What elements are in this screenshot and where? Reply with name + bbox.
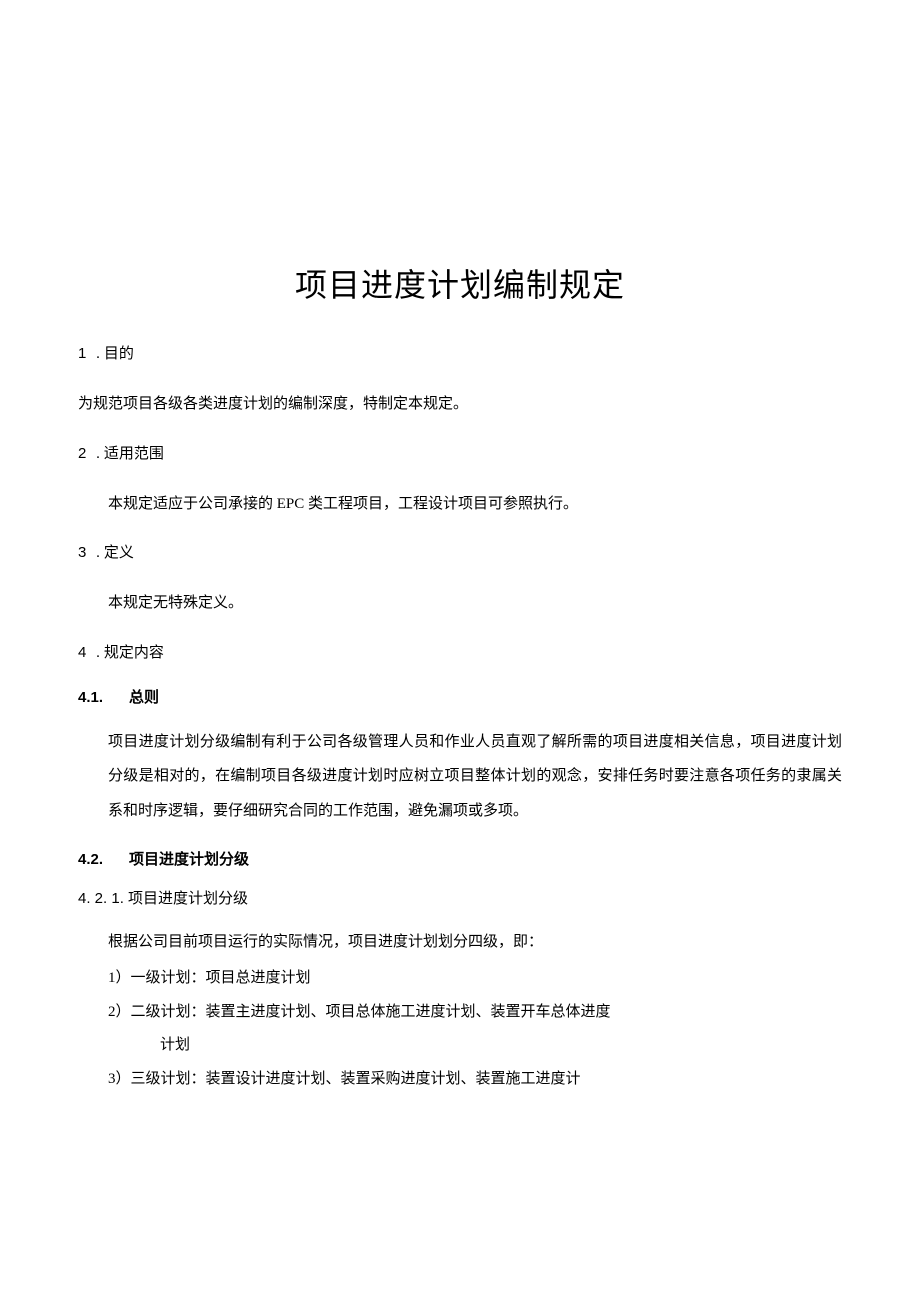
section-2-dot: .	[96, 446, 100, 462]
section-2-label: 适用范围	[104, 446, 164, 462]
section-4-1-label: 总则	[129, 690, 159, 706]
section-4-heading: 4 .规定内容	[78, 641, 842, 662]
document-title: 项目进度计划编制规定	[78, 260, 842, 306]
paragraph-4-1: 项目进度计划分级编制有利于公司各级管理人员和作业人员直观了解所需的项目进度相关信…	[78, 725, 842, 829]
section-3-num: 3	[78, 544, 86, 561]
section-1-label: 目的	[104, 346, 134, 362]
section-4-2-label: 项目进度计划分级	[129, 852, 249, 868]
section-4-1-heading: 4.1. 总则	[78, 686, 842, 707]
section-1-heading: 1 .目的	[78, 342, 842, 363]
list-item-2-line1: 2）二级计划：装置主进度计划、项目总体施工进度计划、装置开车总体进度	[108, 1004, 611, 1020]
paragraph-1: 为规范项目各级各类进度计划的编制深度，特制定本规定。	[78, 387, 842, 422]
section-4-2-num: 4.2.	[78, 851, 103, 868]
section-2-heading: 2 .适用范围	[78, 442, 842, 463]
paragraph-3: 本规定无特殊定义。	[78, 586, 842, 621]
section-4-2-heading: 4.2. 项目进度计划分级	[78, 848, 842, 869]
paragraph-4-2-1: 根据公司目前项目运行的实际情况，项目进度计划划分四级，即：	[78, 926, 842, 960]
section-4-label: 规定内容	[104, 645, 164, 661]
list-item-2-line2: 计划	[108, 1029, 842, 1063]
section-2-num: 2	[78, 445, 86, 462]
list-item-3: 3）三级计划：装置设计进度计划、装置采购进度计划、装置施工进度计	[78, 1063, 842, 1097]
document-page: 项目进度计划编制规定 1 .目的 为规范项目各级各类进度计划的编制深度，特制定本…	[0, 0, 920, 1097]
paragraph-2: 本规定适应于公司承接的 EPC 类工程项目，工程设计项目可参照执行。	[78, 487, 842, 522]
section-3-heading: 3 .定义	[78, 541, 842, 562]
list-item-1: 1）一级计划：项目总进度计划	[78, 962, 842, 996]
section-4-2-1-heading: 4. 2. 1. 项目进度计划分级	[78, 887, 842, 908]
section-1-dot: .	[96, 346, 100, 362]
section-3-label: 定义	[104, 545, 134, 561]
section-3-dot: .	[96, 545, 100, 561]
section-4-num: 4	[78, 644, 86, 661]
section-4-dot: .	[96, 645, 100, 661]
section-1-num: 1	[78, 345, 86, 362]
list-item-2: 2）二级计划：装置主进度计划、项目总体施工进度计划、装置开车总体进度 计划	[78, 996, 842, 1064]
section-4-1-num: 4.1.	[78, 689, 103, 706]
